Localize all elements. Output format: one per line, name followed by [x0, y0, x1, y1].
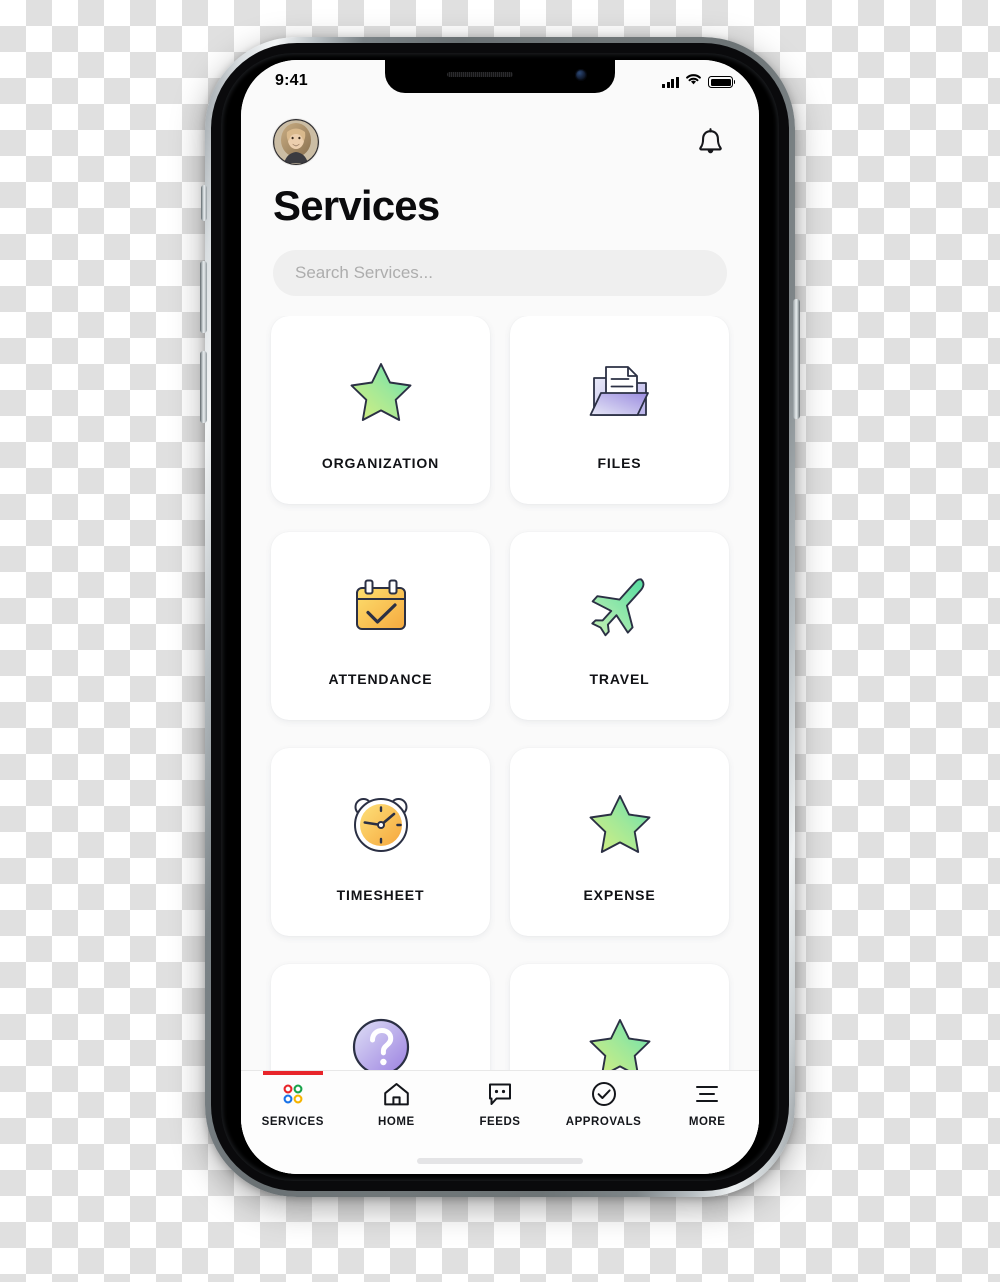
services-grid: ORGANIZATION FILES ATTENDANCE TRAVEL TIM…	[271, 316, 729, 1070]
nav-item-more[interactable]: MORE	[655, 1080, 759, 1128]
avatar[interactable]	[273, 119, 319, 165]
nav-label: SERVICES	[261, 1116, 324, 1128]
service-tile-label: EXPENSE	[583, 887, 656, 904]
bell-icon	[698, 127, 722, 153]
nav-label: APPROVALS	[565, 1116, 642, 1128]
search-bar-container	[241, 250, 759, 297]
chat-bubble-icon	[487, 1080, 513, 1108]
airplane-icon	[584, 571, 656, 643]
service-tile-label: ATTENDANCE	[328, 671, 433, 688]
service-tile-timesheet[interactable]: TIMESHEET	[271, 748, 490, 937]
service-tile-travel[interactable]: TRAVEL	[510, 532, 729, 721]
notification-bell-button[interactable]	[693, 123, 727, 161]
device-notch	[385, 60, 615, 93]
search-input[interactable]	[273, 250, 727, 297]
home-indicator	[241, 1148, 759, 1174]
services-grid-scroll[interactable]: ORGANIZATION FILES ATTENDANCE TRAVEL TIM…	[241, 316, 759, 1070]
nav-item-feeds[interactable]: FEEDS	[448, 1080, 552, 1128]
star-icon	[345, 355, 417, 427]
house-icon	[383, 1080, 410, 1108]
alarm-clock-icon	[345, 787, 417, 859]
folder-files-icon	[584, 355, 656, 427]
service-tile-label: TRAVEL	[589, 671, 650, 688]
header-top-row	[273, 118, 727, 166]
earpiece-speaker	[447, 72, 513, 77]
bottom-navigation-bar: SERVICES HOME FEEDS APPROVALS MORE	[241, 1070, 759, 1148]
four-dots-grid-icon	[280, 1080, 306, 1108]
silent-switch-button[interactable]	[201, 185, 207, 221]
volume-up-button[interactable]	[200, 261, 207, 333]
power-button[interactable]	[793, 299, 800, 419]
service-tile-label: TIMESHEET	[336, 887, 425, 904]
nav-item-home[interactable]: HOME	[345, 1080, 449, 1128]
nav-label: HOME	[378, 1116, 415, 1128]
nav-item-approvals[interactable]: APPROVALS	[552, 1080, 656, 1128]
calendar-check-icon	[345, 571, 417, 643]
question-mark-circle-icon	[345, 1011, 417, 1070]
service-tile-extra[interactable]	[510, 964, 729, 1070]
service-tile-label: FILES	[597, 455, 642, 472]
service-tile-label: ORGANIZATION	[321, 455, 440, 472]
nav-label: FEEDS	[479, 1116, 521, 1128]
app-container: Services ORGANIZATION	[241, 60, 759, 1174]
phone-screen: 9:41 Services Search Services... ORGANIZ…	[241, 60, 759, 1174]
nav-item-services[interactable]: SERVICES	[241, 1071, 345, 1128]
hamburger-menu-icon	[694, 1080, 720, 1108]
nav-label: MORE	[688, 1116, 726, 1128]
service-tile-expense[interactable]: EXPENSE	[510, 748, 729, 937]
service-tile-attendance[interactable]: ATTENDANCE	[271, 532, 490, 721]
front-camera-icon	[575, 69, 587, 81]
service-tile-files[interactable]: FILES	[510, 316, 729, 505]
home-indicator-bar	[417, 1158, 583, 1164]
service-tile-help[interactable]	[271, 964, 490, 1070]
star-icon	[584, 1011, 656, 1070]
check-circle-icon	[591, 1080, 617, 1108]
service-tile-organization[interactable]: ORGANIZATION	[271, 316, 490, 505]
avatar-photo	[273, 119, 319, 165]
star-icon	[584, 787, 656, 859]
volume-down-button[interactable]	[200, 351, 207, 423]
page-title: Services	[273, 182, 440, 229]
